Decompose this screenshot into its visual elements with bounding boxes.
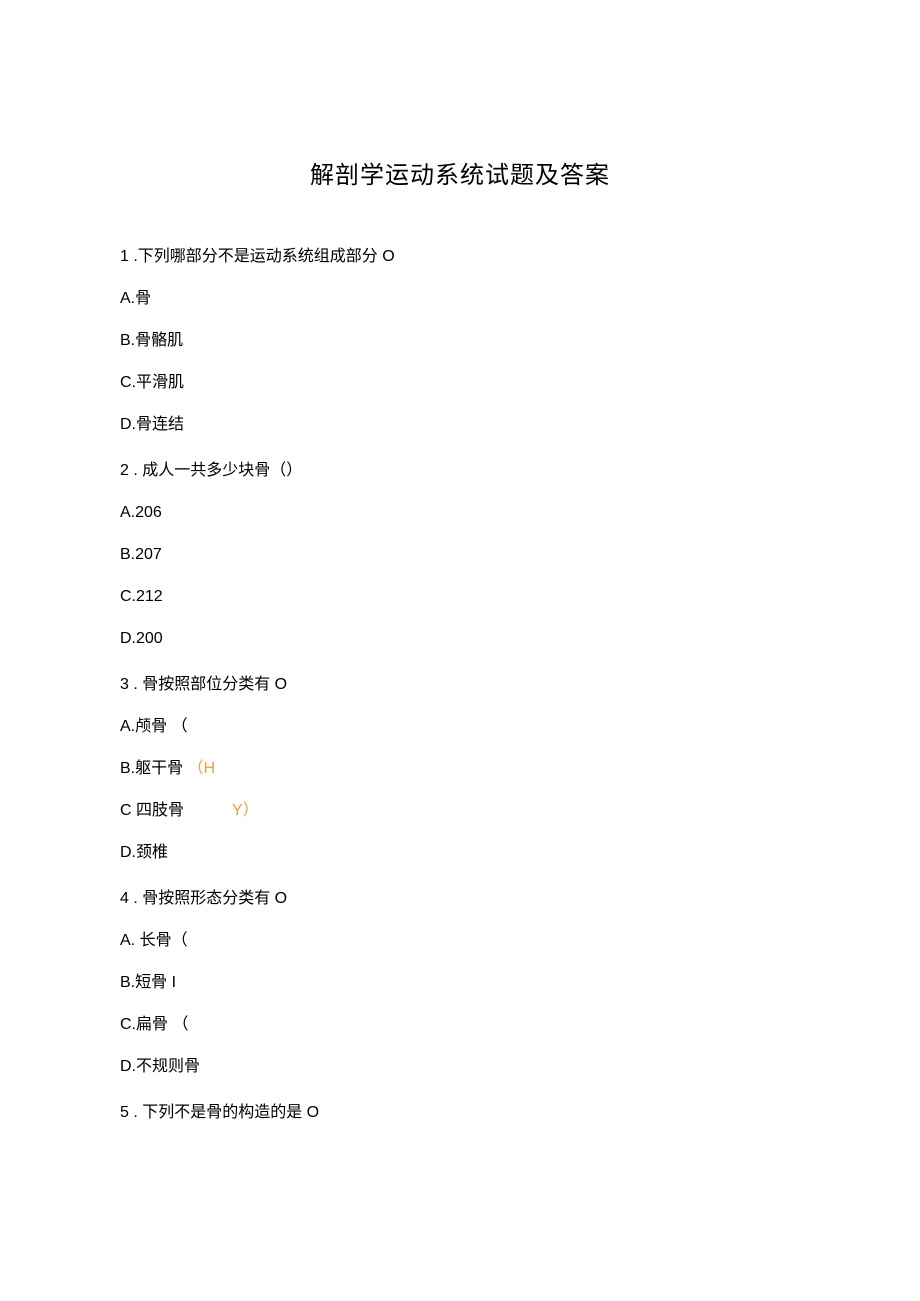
option-b: B.短骨 I (120, 971, 800, 995)
question-stem: 3 . 骨按照部位分类有 O (120, 673, 800, 697)
option-c-marker: Y） (232, 799, 259, 823)
option-b-prefix: B.躯干骨 (120, 760, 188, 777)
question-stem: 4 . 骨按照形态分类有 O (120, 887, 800, 911)
question-stem: 1 .下列哪部分不是运动系统组成部分 O (120, 245, 800, 269)
option-d: D.不规则骨 (120, 1055, 800, 1079)
question-1: 1 .下列哪部分不是运动系统组成部分 O A.骨 B.骨骼肌 C.平滑肌 D.骨… (120, 245, 800, 437)
option-c: C 四肢骨 Y） (120, 799, 800, 823)
option-b: B.207 (120, 543, 800, 567)
document-page: 解剖学运动系统试题及答案 1 .下列哪部分不是运动系统组成部分 O A.骨 B.… (0, 0, 920, 1207)
option-b: B.躯干骨 （H (120, 757, 800, 781)
option-a: A.颅骨 （ (120, 715, 800, 739)
option-d: D.骨连结 (120, 413, 800, 437)
document-title: 解剖学运动系统试题及答案 (120, 155, 800, 190)
question-4: 4 . 骨按照形态分类有 O A. 长骨（ B.短骨 I C.扁骨 （ D.不规… (120, 887, 800, 1079)
option-c-prefix: C 四肢骨 (120, 799, 184, 823)
option-a: A.206 (120, 501, 800, 525)
option-b-marker: （H (188, 760, 216, 777)
question-stem: 2 . 成人一共多少块骨（） (120, 459, 800, 483)
option-c: C.212 (120, 585, 800, 609)
option-b: B.骨骼肌 (120, 329, 800, 353)
option-d: D.200 (120, 627, 800, 651)
question-3: 3 . 骨按照部位分类有 O A.颅骨 （ B.躯干骨 （H C 四肢骨 Y） … (120, 673, 800, 865)
question-2: 2 . 成人一共多少块骨（） A.206 B.207 C.212 D.200 (120, 459, 800, 651)
option-c: C.扁骨 （ (120, 1013, 800, 1037)
question-5: 5 . 下列不是骨的构造的是 O (120, 1101, 800, 1125)
question-stem: 5 . 下列不是骨的构造的是 O (120, 1101, 800, 1125)
option-a: A. 长骨（ (120, 929, 800, 953)
option-c: C.平滑肌 (120, 371, 800, 395)
option-a: A.骨 (120, 287, 800, 311)
option-d: D.颈椎 (120, 841, 800, 865)
